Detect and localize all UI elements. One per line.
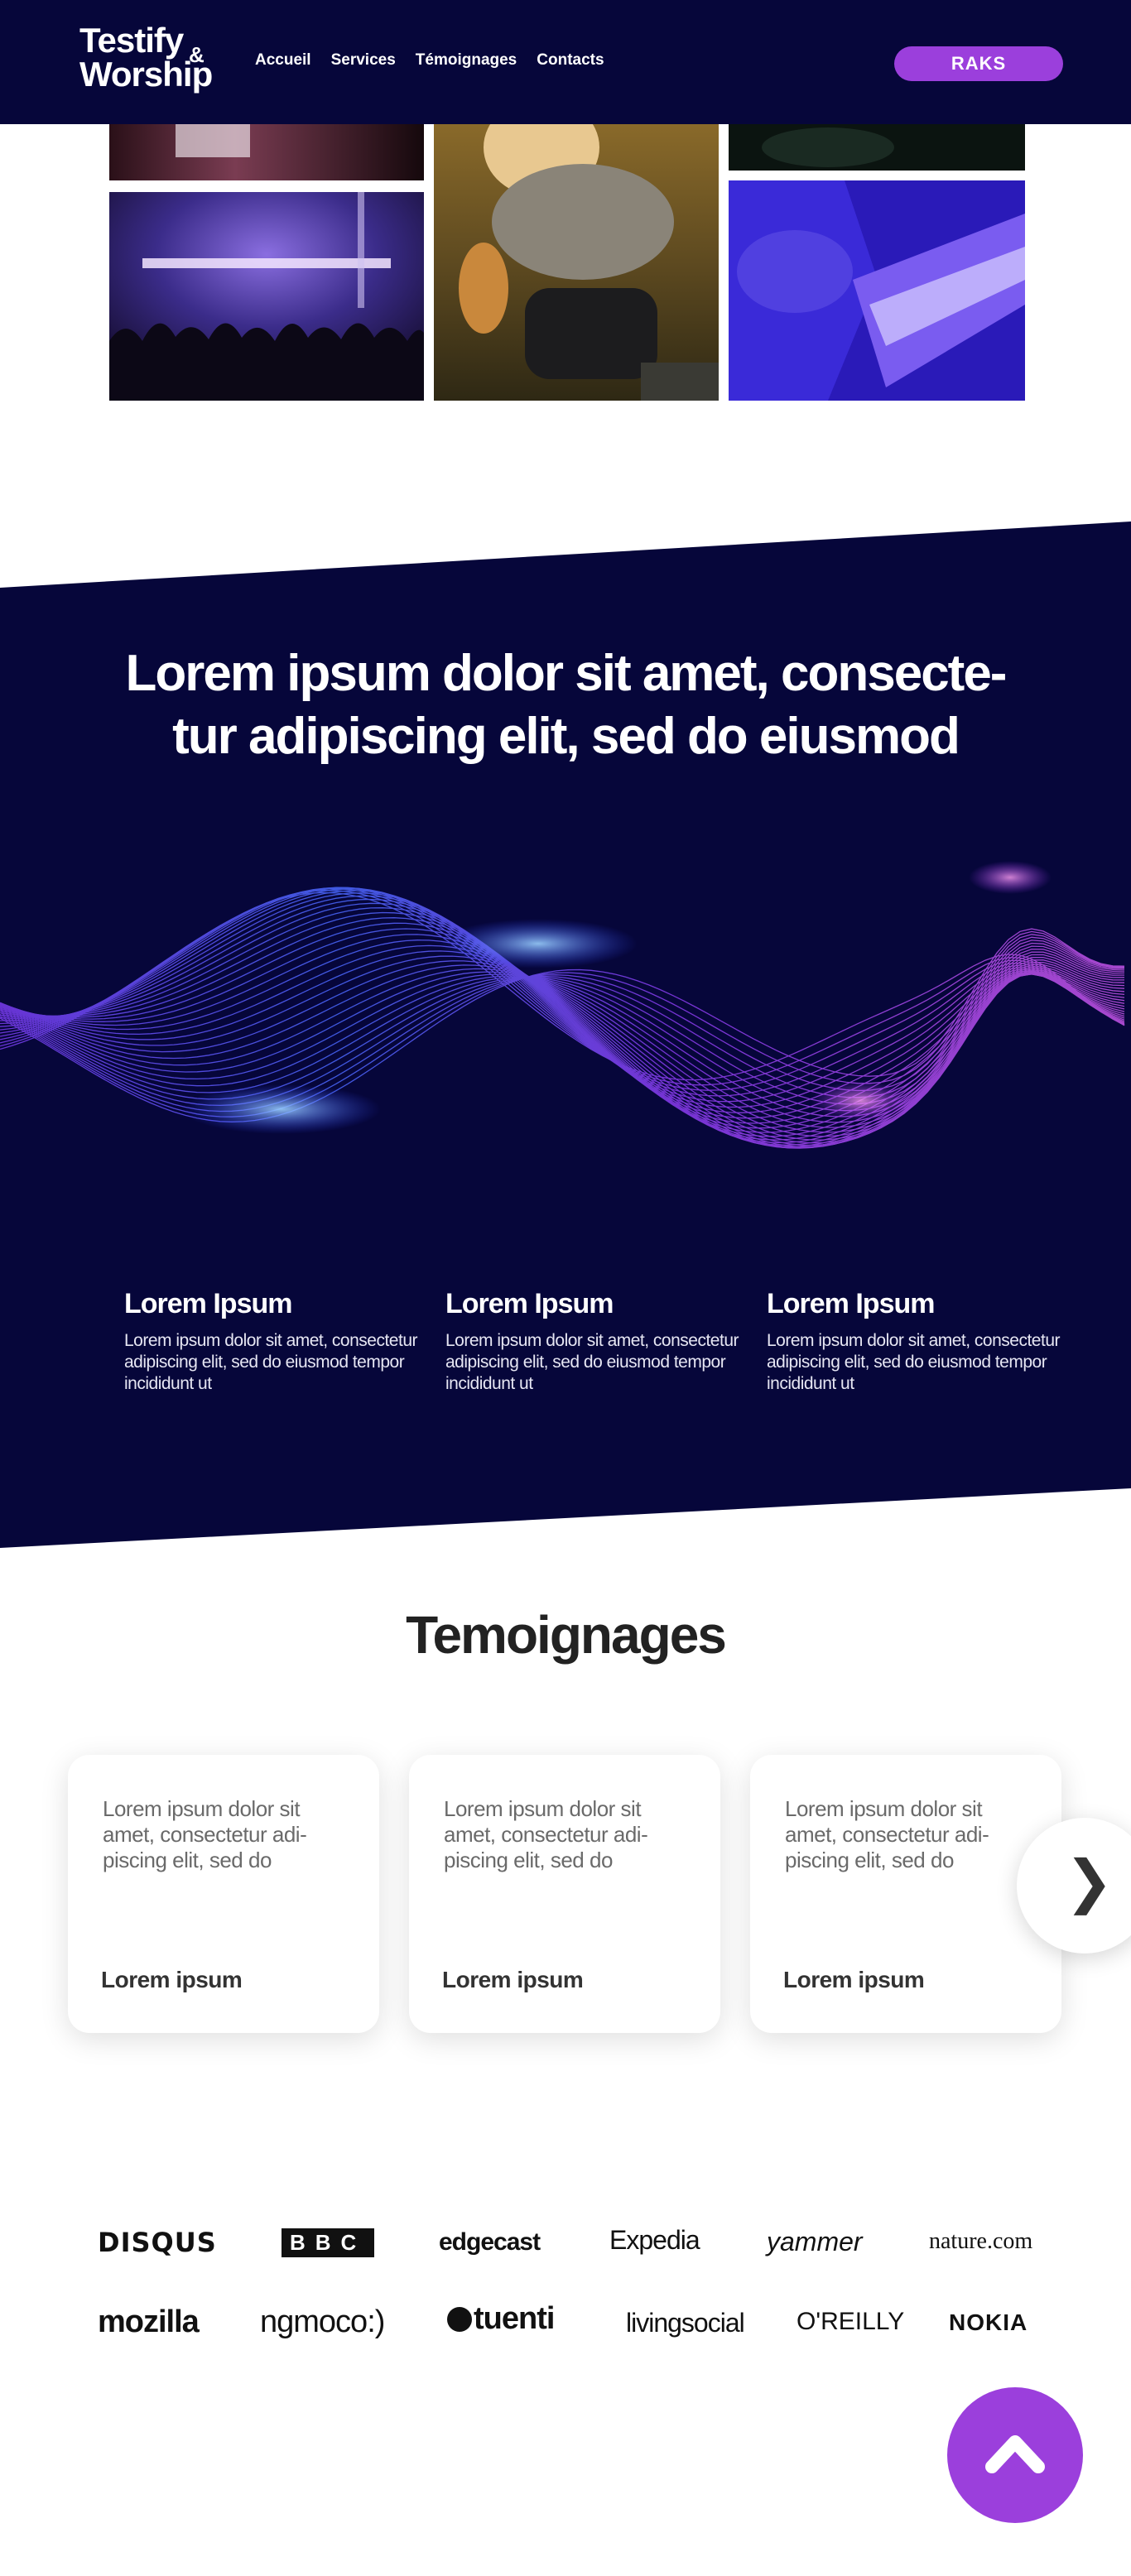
hero-headline-line1: Lorem ipsum dolor sit amet, consecte-	[125, 645, 1008, 702]
feature-3: Lorem Ipsum Lorem ipsum dolor sit amet, …	[767, 1288, 1065, 1395]
sound-wave-graphic	[0, 861, 1125, 1149]
feature-title: Lorem Ipsum	[767, 1288, 935, 1319]
testimonial-quote: Lorem ipsum dolor sit amet, consectetur …	[444, 1796, 648, 1872]
feature-text: Lorem ipsum dolor sit amet, consectetur …	[767, 1331, 1061, 1393]
partner-logo-yammer: yammer	[767, 2227, 863, 2256]
tuenti-mark-icon	[447, 2306, 472, 2332]
site-header: Testify & Worship Accueil Services Témoi…	[0, 0, 1131, 124]
testimonial-card[interactable]: Lorem ipsum dolor sit amet, consectetur …	[68, 1755, 379, 2033]
tuenti-wordmark: tuenti	[474, 2301, 555, 2336]
partner-logo-livingsocial: livingsocial	[626, 2308, 745, 2338]
brand-logo[interactable]: Testify & Worship	[79, 22, 213, 91]
partner-logo-nokia: NOKIA	[949, 2309, 1028, 2335]
partner-logo-edgecast: edgecast	[439, 2228, 541, 2256]
hero-headline-line2: tur adipiscing elit, sed do eiusmod	[172, 708, 960, 765]
bbc-letters: BBC	[282, 2228, 375, 2257]
partner-logo-mozilla: mozilla	[98, 2304, 200, 2339]
chevron-right-icon: ❯	[1065, 1849, 1114, 1914]
testimonial-author: Lorem ipsum	[442, 1967, 584, 1992]
nav-contacts[interactable]: Contacts	[537, 51, 604, 70]
scroll-to-top-button[interactable]	[947, 2387, 1083, 2523]
gallery-photo-keyboard	[729, 180, 1025, 401]
testimonial-card[interactable]: Lorem ipsum dolor sit amet, consectetur …	[750, 1755, 1061, 2033]
testimonial-card[interactable]: Lorem ipsum dolor sit amet, consectetur …	[409, 1755, 720, 2033]
main-nav: Accueil Services Témoignages Contacts	[255, 51, 604, 70]
partner-logo-tuenti: tuenti	[447, 2301, 555, 2337]
testimonial-quote: Lorem ipsum dolor sit amet, consectetur …	[103, 1796, 307, 1872]
gallery-photo-concert	[109, 192, 424, 401]
partner-logo-disqus: DISQUS	[98, 2227, 217, 2258]
partner-logo-ngmoco: ngmoco:)	[260, 2304, 385, 2339]
gallery-photo-guitarist	[434, 123, 719, 401]
testimonials-title: Temoignages	[406, 1605, 727, 1665]
feature-title: Lorem Ipsum	[124, 1288, 292, 1319]
testimonial-author: Lorem ipsum	[783, 1967, 925, 1992]
feature-title: Lorem Ipsum	[445, 1288, 614, 1319]
partner-logo-expedia: Expedia	[609, 2225, 700, 2255]
feature-2: Lorem Ipsum Lorem ipsum dolor sit amet, …	[445, 1288, 744, 1395]
chevron-up-icon	[985, 2435, 1045, 2473]
nav-services[interactable]: Services	[331, 51, 396, 70]
hero-headline: Lorem ipsum dolor sit amet, consecte- tu…	[0, 642, 1131, 768]
gallery-photo-1	[109, 116, 424, 180]
feature-text: Lorem ipsum dolor sit amet, consectetur …	[445, 1331, 739, 1393]
partner-logo-nature: nature.com	[929, 2228, 1033, 2254]
brand-ampersand: &	[189, 42, 205, 67]
wave-line	[0, 951, 1125, 1128]
testimonial-author: Lorem ipsum	[101, 1967, 243, 1992]
partner-logo-oreilly: O'REILLY	[797, 2308, 905, 2335]
gallery-photo-3	[729, 123, 1025, 171]
partner-logo-bbc: BBC	[282, 2228, 375, 2257]
feature-text: Lorem ipsum dolor sit amet, consectetur …	[124, 1331, 418, 1393]
feature-1: Lorem Ipsum Lorem ipsum dolor sit amet, …	[124, 1288, 422, 1395]
nav-accueil[interactable]: Accueil	[255, 51, 311, 70]
cta-button[interactable]: RAKS	[894, 46, 1063, 81]
testimonial-quote: Lorem ipsum dolor sit amet, consectetur …	[785, 1796, 989, 1872]
nav-temoignages[interactable]: Témoignages	[416, 51, 517, 70]
